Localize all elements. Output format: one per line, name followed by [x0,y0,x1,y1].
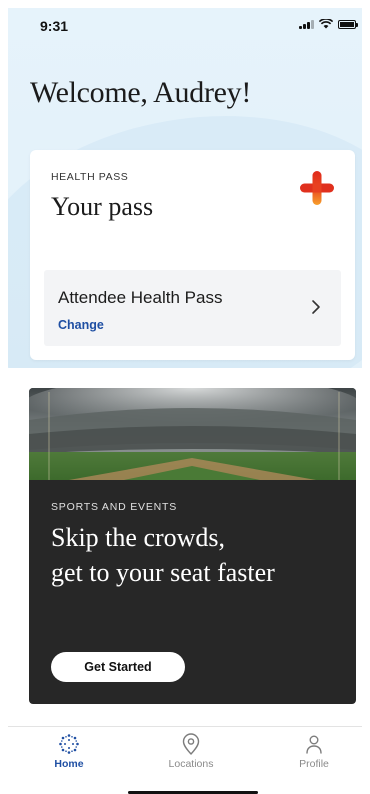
attendee-health-pass-row[interactable]: Attendee Health Pass Change [44,270,341,346]
bottom-tab-bar: Home Locations Profile [8,726,362,779]
change-link[interactable]: Change [58,318,104,332]
status-icons [299,19,358,29]
event-headline-line-2: get to your seat faster [51,558,275,587]
sports-events-eyebrow: SPORTS AND EVENTS [51,501,178,513]
person-icon [306,735,322,754]
tab-home-label: Home [54,758,84,770]
tab-profile-label: Profile [299,758,329,770]
pass-row-title: Attendee Health Pass [58,288,223,307]
sports-events-card: SPORTS AND EVENTS Skip the crowds, get t… [29,388,356,704]
tab-locations[interactable]: Locations [151,733,231,777]
health-pass-card: HEALTH PASS Your pass Attendee Health Pa… [30,150,355,360]
location-pin-icon [182,733,200,755]
tab-profile[interactable]: Profile [274,733,354,777]
tab-home[interactable]: Home [29,733,109,777]
stadium-image [29,388,356,480]
status-bar: 9:31 [0,14,370,38]
status-time: 9:31 [40,18,69,34]
event-headline-line-1: Skip the crowds, [51,523,226,552]
health-pass-title: Your pass [51,192,154,221]
home-dots-icon [59,734,79,754]
tab-locations-label: Locations [168,758,214,770]
battery-icon [338,19,358,29]
signal-icon [299,19,314,29]
wifi-icon [319,19,333,29]
welcome-heading: Welcome, Audrey! [30,76,252,109]
plus-icon [300,171,334,205]
get-started-button[interactable]: Get Started [51,652,185,682]
chevron-right-icon [312,300,320,314]
event-headline: Skip the crowds, get to your seat faster [51,520,351,590]
health-pass-eyebrow: HEALTH PASS [51,171,129,183]
